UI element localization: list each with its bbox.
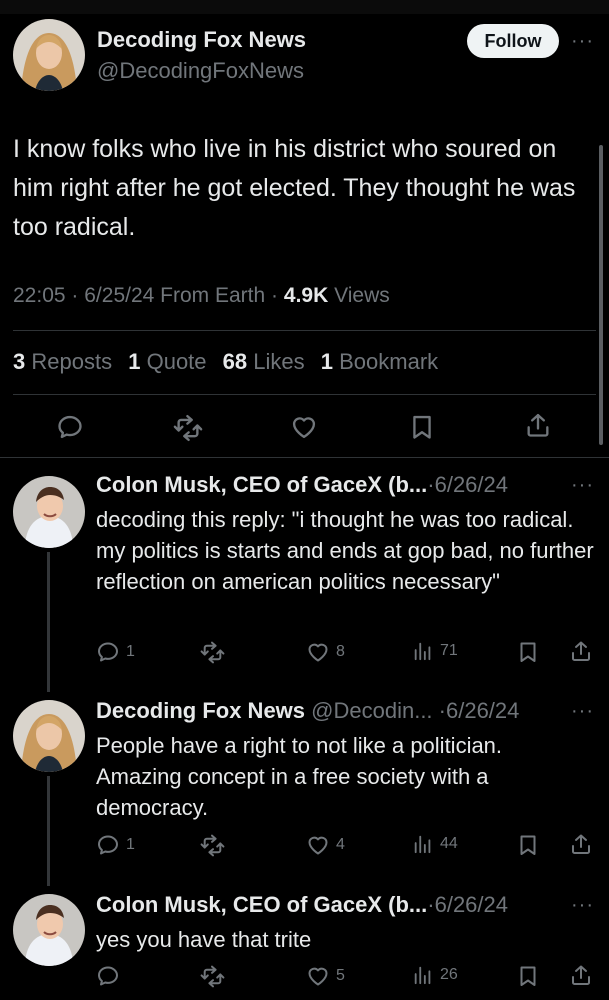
- share-icon[interactable]: [569, 832, 593, 856]
- author-name[interactable]: Decoding Fox News: [97, 27, 306, 53]
- share-icon[interactable]: [569, 963, 593, 987]
- avatar[interactable]: [13, 700, 85, 772]
- reply-header: Colon Musk, CEO of GaceX (b...·6/26/24: [96, 892, 508, 918]
- tweet-text: I know folks who live in his district wh…: [13, 135, 576, 241]
- reply-author-name[interactable]: Colon Musk, CEO of GaceX (b...: [96, 472, 427, 497]
- views-icon: [412, 640, 434, 662]
- like-count: 8: [336, 643, 345, 660]
- more-icon[interactable]: ···: [571, 474, 594, 497]
- reply-author-name[interactable]: Decoding Fox News: [96, 698, 305, 723]
- divider: [0, 457, 609, 458]
- likes-stat[interactable]: 68 Likes: [223, 349, 305, 374]
- likes-count: 68: [222, 349, 248, 374]
- repost-icon[interactable]: [173, 413, 203, 443]
- bookmark-icon[interactable]: [516, 640, 540, 664]
- views-icon: [412, 964, 434, 986]
- reply-icon: [96, 833, 120, 857]
- bookmarks-count: 1: [320, 349, 333, 374]
- heart-icon[interactable]: [290, 413, 318, 441]
- reply-author-name[interactable]: Colon Musk, CEO of GaceX (b...: [96, 892, 427, 917]
- reply-icon: [96, 640, 120, 664]
- more-icon[interactable]: ···: [571, 894, 594, 917]
- separator: ·: [271, 284, 279, 307]
- like-button[interactable]: 4: [306, 833, 345, 857]
- share-icon[interactable]: [569, 639, 593, 663]
- quotes-count: 1: [128, 349, 141, 374]
- views-count: 26: [440, 966, 458, 983]
- like-count: 4: [336, 836, 345, 853]
- quotes-label: Quote: [146, 349, 207, 374]
- thread-line: [47, 552, 50, 692]
- reply-count: 1: [126, 836, 135, 853]
- divider: [13, 394, 596, 395]
- more-icon[interactable]: ···: [571, 30, 594, 53]
- tweet-source: From Earth: [160, 284, 266, 307]
- views-button[interactable]: 44: [412, 833, 458, 855]
- like-button[interactable]: 5: [306, 964, 345, 988]
- reply-header: Decoding Fox News @Decodin... ·6/26/24: [96, 698, 519, 724]
- avatar[interactable]: [13, 19, 85, 91]
- views-count: 44: [440, 835, 458, 852]
- author-handle[interactable]: @DecodingFoxNews: [97, 58, 304, 84]
- repost-icon[interactable]: [200, 964, 225, 989]
- views-count: 4.9K: [283, 284, 329, 307]
- tweet-date[interactable]: 6/25/24: [84, 284, 154, 307]
- reposts-count: 3: [13, 349, 26, 374]
- avatar[interactable]: [13, 894, 85, 966]
- repost-icon[interactable]: [200, 833, 225, 858]
- reply-date[interactable]: ·6/26/24: [427, 472, 508, 497]
- reposts-stat[interactable]: 3 Reposts: [13, 349, 112, 374]
- reply-date[interactable]: ·6/26/24: [427, 892, 508, 917]
- reply-button[interactable]: [96, 964, 126, 988]
- divider: [13, 330, 596, 331]
- reply-button[interactable]: 1: [96, 833, 135, 857]
- quotes-stat[interactable]: 1 Quote: [128, 349, 206, 374]
- status-bar: [0, 0, 609, 14]
- bookmarks-label: Bookmark: [339, 349, 439, 374]
- likes-label: Likes: [253, 349, 305, 374]
- thread-line: [47, 776, 50, 886]
- reply-text: decoding this reply: "i thought he was t…: [96, 507, 594, 594]
- reply-count: 1: [126, 643, 135, 660]
- views-label: Views: [334, 284, 390, 307]
- share-icon[interactable]: [524, 411, 552, 439]
- like-count: 5: [336, 967, 345, 984]
- like-button[interactable]: 8: [306, 640, 345, 664]
- bookmark-icon[interactable]: [516, 964, 540, 988]
- bookmarks-stat[interactable]: 1 Bookmark: [321, 349, 438, 374]
- views-button[interactable]: 26: [412, 964, 458, 986]
- views-button[interactable]: 71: [412, 640, 458, 662]
- heart-icon: [306, 964, 330, 988]
- more-icon[interactable]: ···: [571, 700, 594, 723]
- reply-button[interactable]: 1: [96, 640, 135, 664]
- reply-icon: [96, 964, 120, 988]
- reposts-label: Reposts: [31, 349, 113, 374]
- reply-text: yes you have that trite: [96, 927, 312, 952]
- scrollbar[interactable]: [599, 145, 603, 445]
- tweet-time[interactable]: 22:05: [13, 284, 66, 307]
- reply-handle-date[interactable]: @Decodin... ·6/26/24: [305, 698, 519, 723]
- engagement-stats: 3 Reposts 1 Quote 68 Likes 1 Bookmark: [13, 349, 438, 375]
- tweet-meta: 22:05 · 6/25/24 From Earth · 4.9K Views: [13, 284, 390, 308]
- separator: ·: [71, 284, 79, 307]
- repost-icon[interactable]: [200, 640, 225, 665]
- avatar[interactable]: [13, 476, 85, 548]
- reply-header: Colon Musk, CEO of GaceX (b...·6/26/24: [96, 472, 508, 498]
- reply-icon[interactable]: [56, 413, 84, 441]
- heart-icon: [306, 640, 330, 664]
- follow-button[interactable]: Follow: [467, 24, 559, 58]
- bookmark-icon[interactable]: [516, 833, 540, 857]
- bookmark-icon[interactable]: [408, 413, 436, 441]
- heart-icon: [306, 833, 330, 857]
- views-count: 71: [440, 642, 458, 659]
- reply-text: People have a right to not like a politi…: [96, 733, 503, 820]
- views-icon: [412, 833, 434, 855]
